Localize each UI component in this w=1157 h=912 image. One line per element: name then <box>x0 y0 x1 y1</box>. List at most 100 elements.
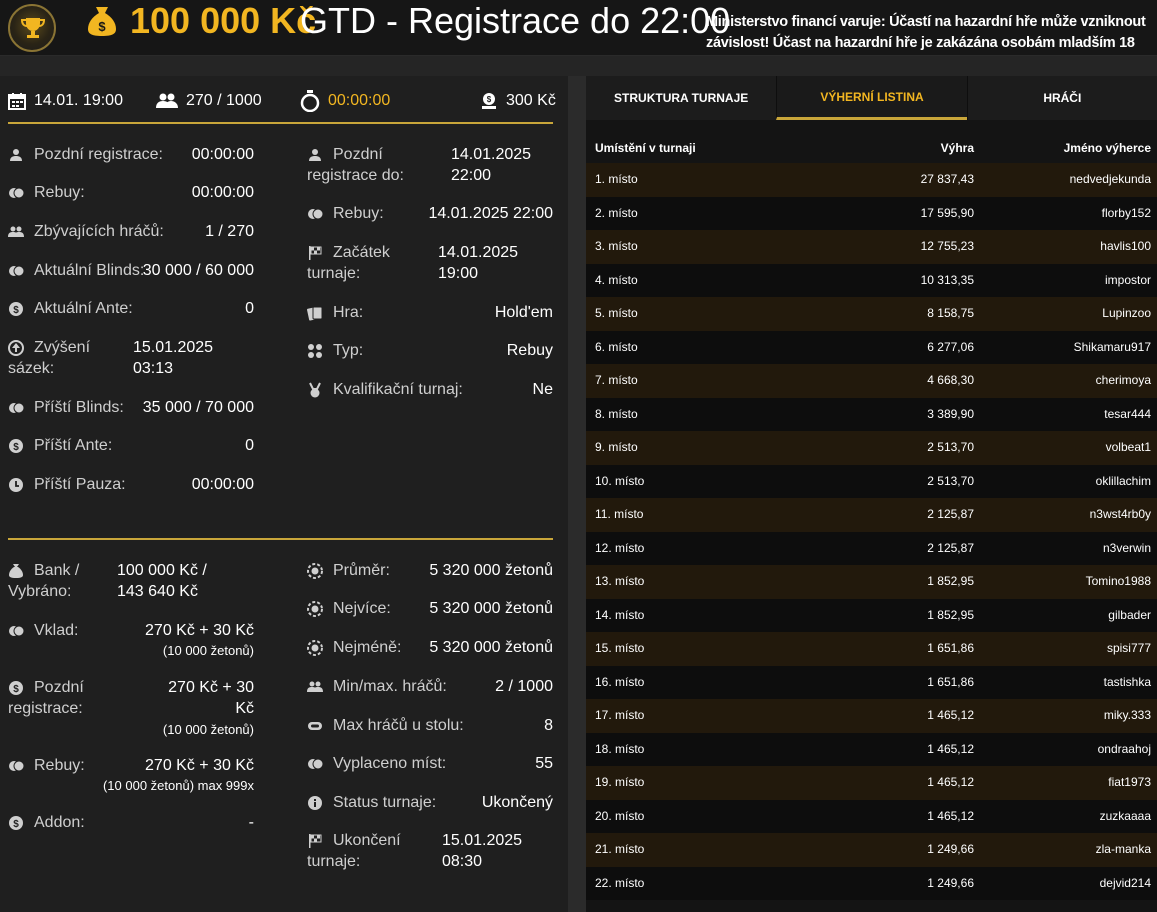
finance-rebuy: Rebuy: 270 Kč + 30 Kč (10 000 žetonů) ma… <box>8 755 254 795</box>
table-row: 21. místo 1 249,66 zla-manka <box>586 833 1157 867</box>
cell-prize: 1 852,95 <box>927 574 974 588</box>
table-row: 10. místo 2 513,70 oklillachim <box>586 464 1157 498</box>
column-header-place: Umístění v turnaji <box>595 141 696 155</box>
table-row: 9. místo 2 513,70 volbeat1 <box>586 431 1157 465</box>
cell-prize: 1 465,12 <box>927 708 974 722</box>
coins-icon <box>9 625 24 637</box>
finance-addon: $ Addon: - <box>8 812 254 833</box>
table-row: 2. místo 17 595,90 florby152 <box>586 196 1157 230</box>
money-bag-icon: $ <box>88 7 116 36</box>
cell-place: 13. místo <box>595 574 645 588</box>
cell-winner: gilbader <box>1108 607 1151 622</box>
cell-prize: 17 595,90 <box>920 205 974 220</box>
cell-place: 2. místo <box>595 205 638 220</box>
cell-prize: 8 158,75 <box>927 306 974 320</box>
cell-winner: impostor <box>1104 272 1151 287</box>
cell-prize: 1 651,86 <box>927 674 974 689</box>
cell-winner: Tomino1988 <box>1085 574 1151 588</box>
info-late-registration: Pozdní registrace: 00:00:00 <box>8 144 254 165</box>
finance-tournament-end: Ukončení turnaje: 15.01.2025 08:30 <box>307 832 523 870</box>
finance-average-stack: Průměr: 5 320 000 žetonů <box>307 560 553 581</box>
cell-place: 12. místo <box>595 540 645 555</box>
cell-place: 3. místo <box>595 239 638 253</box>
coins-icon <box>308 758 323 770</box>
table-row: 13. místo 1 852,95 Tomino1988 <box>586 565 1157 599</box>
cell-place: 22. místo <box>595 875 645 890</box>
stat-date: 14.01. 19:00 <box>8 88 123 114</box>
cell-place: 15. místo <box>595 641 645 655</box>
cell-winner: zla-manka <box>1095 842 1151 856</box>
poker-chip-icon <box>307 563 323 579</box>
info-rebuy-until: Rebuy: 14.01.2025 22:00 <box>307 203 553 224</box>
cell-place: 4. místo <box>595 272 638 287</box>
stopwatch-icon <box>300 90 320 112</box>
cell-winner: ondraahoj <box>1097 741 1151 756</box>
cell-place: 5. místo <box>595 306 638 320</box>
coins-icon <box>9 265 24 277</box>
cell-winner: havlis100 <box>1100 239 1151 253</box>
prize-amount: 100 000 Kč <box>130 0 317 41</box>
cell-winner: tesar444 <box>1104 406 1151 421</box>
stat-players: 270 / 1000 <box>156 88 262 114</box>
dollar-coin-icon: $ <box>9 302 23 316</box>
cell-winner: volbeat1 <box>1105 440 1151 454</box>
cell-place: 11. místo <box>595 507 644 521</box>
info-next-ante: $ Příští Ante: 0 <box>8 435 254 456</box>
cell-winner: oklillachim <box>1095 473 1151 488</box>
cell-winner: zuzkaaaa <box>1099 808 1151 823</box>
cell-place: 20. místo <box>595 808 645 823</box>
cell-prize: 10 313,35 <box>920 272 974 287</box>
table-row: 7. místo 4 668,30 cherimoya <box>586 364 1157 398</box>
cell-place: 17. místo <box>595 708 645 722</box>
table-row: 12. místo 2 125,87 n3verwin <box>586 531 1157 565</box>
cell-place: 19. místo <box>595 775 645 789</box>
info-current-blinds: Aktuální Blinds: 30 000 / 60 000 <box>8 260 254 281</box>
cell-winner: Shikamaru917 <box>1073 339 1151 354</box>
info-current-ante: $ Aktuální Ante: 0 <box>8 298 254 319</box>
cell-place: 10. místo <box>595 473 645 488</box>
table-row: 19. místo 1 465,12 fiat1973 <box>586 766 1157 800</box>
tab-prize-list[interactable]: VÝHERNÍ LISTINA <box>776 76 967 120</box>
table-row: 1. místo 27 837,43 nedvedjekunda <box>586 163 1157 197</box>
cell-prize: 2 513,70 <box>927 440 974 454</box>
cell-prize: 3 389,90 <box>927 406 974 421</box>
cell-prize: 2 125,87 <box>927 540 974 555</box>
cell-place: 9. místo <box>595 440 638 454</box>
cell-place: 7. místo <box>595 373 638 387</box>
info-qualification: Kvalifikační turnaj: Ne <box>307 379 553 400</box>
cell-place: 6. místo <box>595 339 638 354</box>
tab-tournament-structure[interactable]: STRUKTURA TURNAJE <box>586 76 777 120</box>
page-title: GTD - Registrace do 22:00 <box>300 0 731 41</box>
dollar-coin-icon: $ <box>9 816 23 830</box>
cell-prize: 4 668,30 <box>927 373 974 387</box>
finance-paid-places: Vyplaceno míst: 55 <box>307 753 553 774</box>
info-tournament-start: Začátek turnaje: 14.01.2025 19:00 <box>307 244 519 282</box>
cell-place: 16. místo <box>595 674 645 689</box>
table-row: 17. místo 1 465,12 miky.333 <box>586 699 1157 733</box>
cell-prize: 1 249,66 <box>927 875 974 890</box>
stat-timer: 00:00:00 <box>300 88 390 114</box>
medal-icon <box>309 382 321 398</box>
svg-text:$: $ <box>487 95 492 104</box>
info-type: Typ: Rebuy <box>307 340 553 361</box>
finance-deposit: Vklad: 270 Kč + 30 Kč (10 000 žetonů) <box>8 620 254 660</box>
table-row: 8. místo 3 389,90 tesar444 <box>586 397 1157 431</box>
table-row: 3. místo 12 755,23 havlis100 <box>586 230 1157 264</box>
cell-prize: 6 277,06 <box>927 339 974 354</box>
finance-tournament-status: Status turnaje: Ukončený <box>307 792 553 813</box>
tab-players[interactable]: HRÁČI <box>966 76 1157 120</box>
table-row: 14. místo 1 852,95 gilbader <box>586 598 1157 632</box>
table-row: 6. místo 6 277,06 Shikamaru917 <box>586 330 1157 364</box>
cell-winner: Lupinzoo <box>1102 306 1151 320</box>
cell-prize: 12 755,23 <box>920 239 974 253</box>
info-icon <box>308 796 322 810</box>
finance-bank: Bank / Vybráno: 100 000 Kč / 143 640 Kč <box>8 562 207 600</box>
divider-strip <box>0 56 1157 76</box>
table-row: 22. místo 1 249,66 dejvid214 <box>586 866 1157 900</box>
table-row: 16. místo 1 651,86 tastishka <box>586 665 1157 699</box>
cell-winner: spisi777 <box>1106 641 1151 655</box>
svg-text:$: $ <box>13 442 19 453</box>
coins-icon <box>9 187 24 199</box>
table-row: 20. místo 1 465,12 zuzkaaaa <box>586 799 1157 833</box>
cell-winner: cherimoya <box>1095 373 1151 387</box>
